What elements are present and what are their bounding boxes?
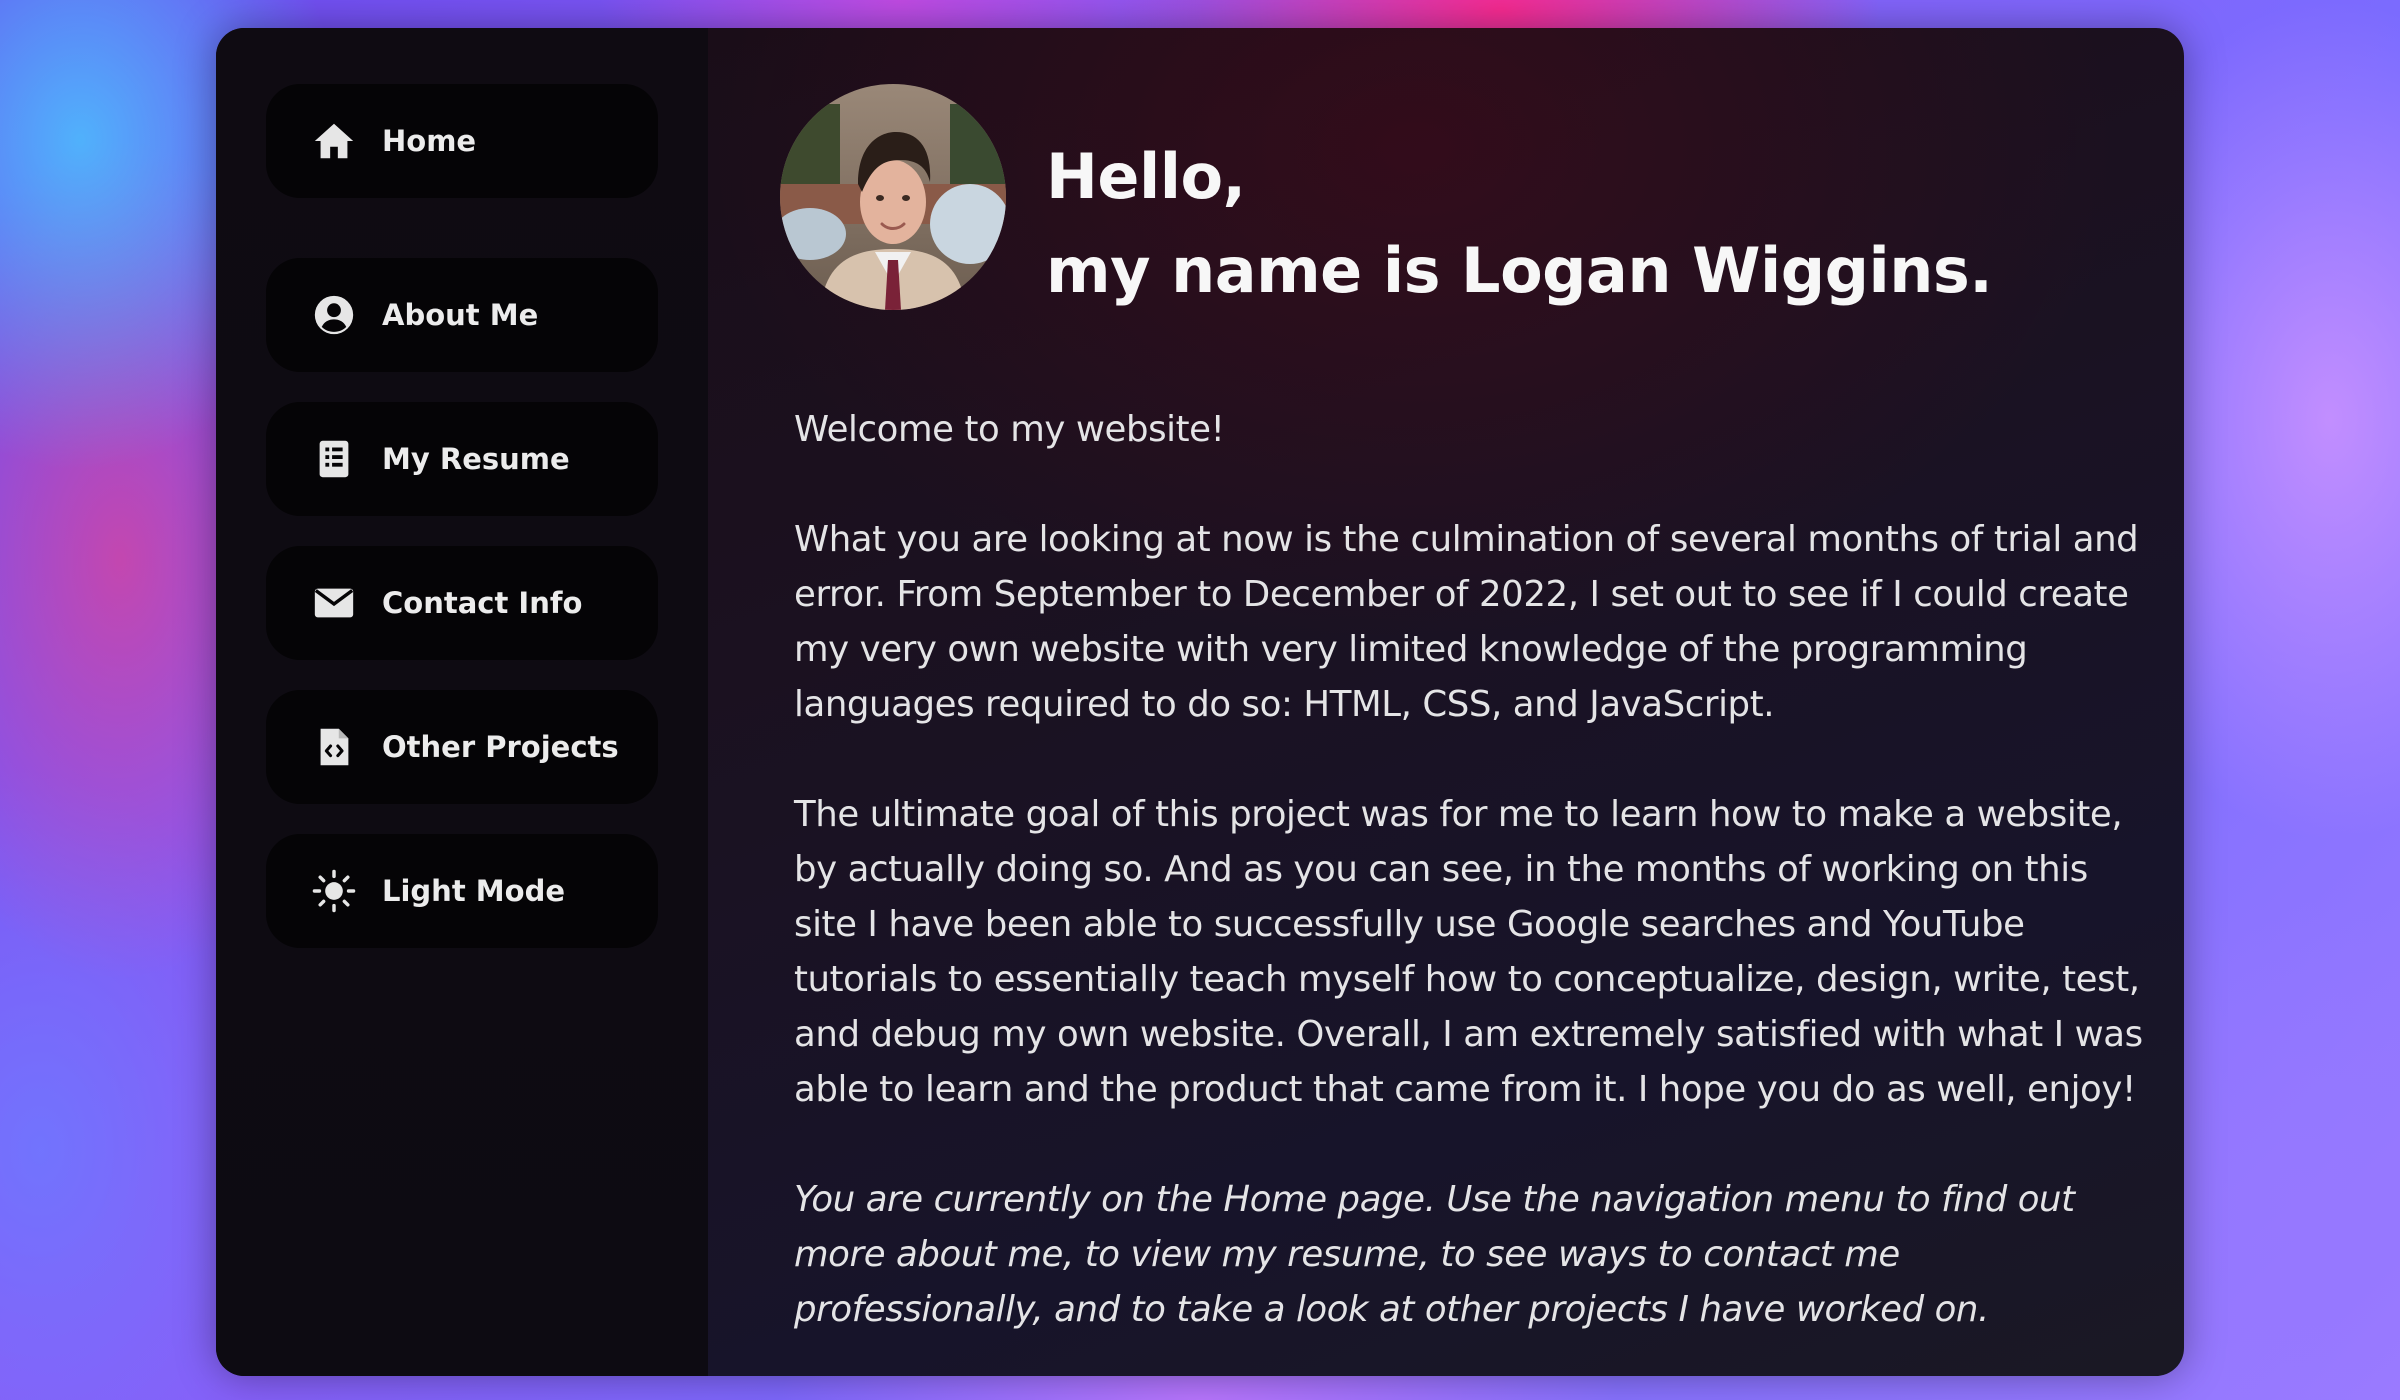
code-file-icon — [310, 723, 358, 771]
sidebar-item-my-resume[interactable]: My Resume — [266, 402, 658, 516]
sidebar-nav: Home About Me My Resume Contact Info Oth… — [216, 28, 708, 1376]
sidebar-item-about-me[interactable]: About Me — [266, 258, 658, 372]
sidebar-item-other-projects[interactable]: Other Projects — [266, 690, 658, 804]
sidebar-item-label: Home — [382, 124, 477, 158]
greeting-line-2: my name is Logan Wiggins. — [1046, 234, 1993, 307]
sidebar-item-contact-info[interactable]: Contact Info — [266, 546, 658, 660]
sidebar-item-label: My Resume — [382, 442, 570, 476]
sidebar-item-label: Light Mode — [382, 874, 565, 908]
sidebar-item-label: Contact Info — [382, 586, 583, 620]
sidebar-item-label: Other Projects — [382, 730, 619, 764]
main-content: Hello, my name is Logan Wiggins. Welcome… — [708, 28, 2184, 1376]
navigation-note: You are currently on the Home page. Use … — [794, 1179, 2075, 1330]
app-window: Home About Me My Resume Contact Info Oth… — [216, 28, 2184, 1376]
user-circle-icon — [310, 291, 358, 339]
sidebar-item-light-mode[interactable]: Light Mode — [266, 834, 658, 948]
sidebar-item-label: About Me — [382, 298, 539, 332]
home-icon — [310, 117, 358, 165]
sun-icon — [310, 867, 358, 915]
greeting-line-1: Hello, — [1046, 140, 1246, 213]
intro-text: Welcome to my website! What you are look… — [794, 402, 2154, 1376]
avatar — [780, 84, 1006, 310]
welcome-text: Welcome to my website! — [794, 409, 1225, 450]
document-icon — [310, 435, 358, 483]
paragraph-2: The ultimate goal of this project was fo… — [794, 794, 2143, 1110]
paragraph-1: What you are looking at now is the culmi… — [794, 519, 2139, 725]
envelope-icon — [310, 579, 358, 627]
sidebar-item-home[interactable]: Home — [266, 84, 658, 198]
page-title: Hello, my name is Logan Wiggins. — [1046, 130, 1993, 318]
